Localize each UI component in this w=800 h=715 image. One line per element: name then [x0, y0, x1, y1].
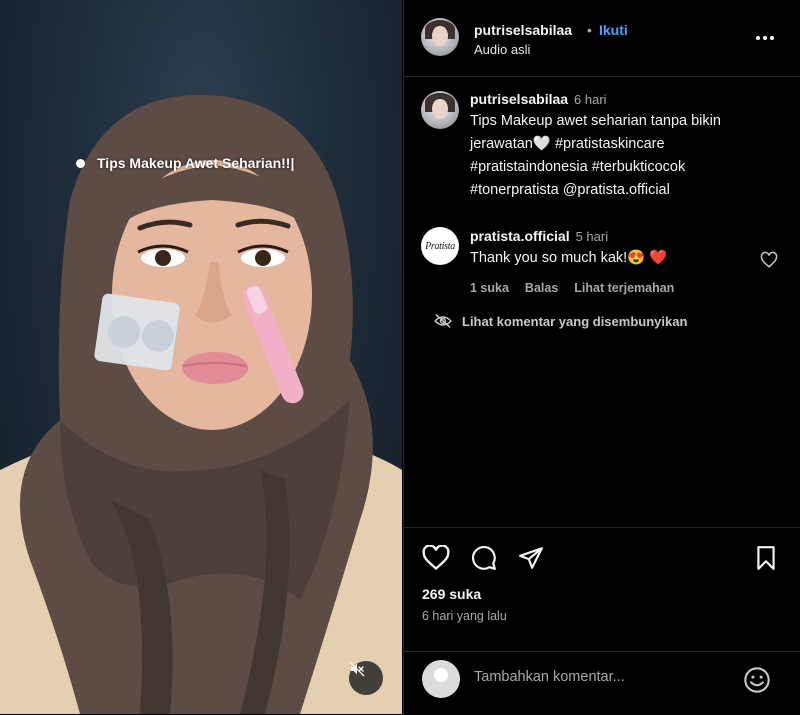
- caption-line: #tonerpratista @pratista.official: [470, 182, 670, 198]
- reply-button[interactable]: Balas: [525, 281, 558, 295]
- comment-like-heart-icon[interactable]: [760, 251, 778, 269]
- post-header: putriselsabilaa • Ikuti Audio asli: [404, 0, 800, 77]
- hidden-comments-toggle[interactable]: Lihat komentar yang disembunyikan: [433, 313, 687, 329]
- caption-line: jerawatan🤍 #pratistaskincare: [470, 136, 665, 152]
- comment-meta: 1 suka Balas Lihat terjemahan: [470, 281, 674, 295]
- caption-username[interactable]: putriselsabilaa: [470, 91, 568, 107]
- post-date[interactable]: 6 hari yang lalu: [422, 609, 507, 623]
- hidden-comments-label: Lihat komentar yang disembunyikan: [462, 313, 688, 329]
- comment-input[interactable]: Tambahkan komentar...: [474, 669, 625, 685]
- add-comment-bar: Tambahkan komentar...: [404, 651, 800, 715]
- caption-line: #pratistaindonesia #terbukticocok: [470, 159, 686, 175]
- current-user-avatar: [422, 660, 460, 698]
- emoji-icon[interactable]: [743, 666, 771, 694]
- caption-line: Tips Makeup awet seharian tanpa bikin: [470, 113, 721, 129]
- save-bookmark-icon[interactable]: [754, 545, 778, 571]
- comments-section: putriselsabilaa 6 hari Tips Makeup awet s…: [404, 77, 800, 527]
- caption-time[interactable]: 6 hari: [574, 92, 607, 107]
- more-dot-icon: [756, 36, 760, 40]
- post-actions: 269 suka 6 hari yang lalu: [404, 527, 800, 652]
- comment-time[interactable]: 5 hari: [576, 229, 609, 244]
- commenter-username[interactable]: pratista.official: [470, 228, 570, 244]
- post-details-panel: putriselsabilaa • Ikuti Audio asli putri…: [403, 0, 800, 714]
- comment-likes-link[interactable]: 1 suka: [470, 281, 509, 295]
- caption-author-avatar[interactable]: [421, 91, 459, 129]
- audio-label[interactable]: Audio asli: [474, 42, 530, 57]
- author-avatar[interactable]: [421, 18, 459, 56]
- commenter-avatar[interactable]: Pratista: [421, 227, 459, 265]
- like-count[interactable]: 269 suka: [422, 586, 481, 602]
- header-separator: •: [587, 22, 592, 38]
- comment-bubble-icon[interactable]: [470, 545, 498, 571]
- eye-slash-icon: [433, 314, 453, 328]
- see-translation-link[interactable]: Lihat terjemahan: [574, 281, 674, 295]
- like-heart-icon[interactable]: [422, 545, 450, 571]
- caption: putriselsabilaa 6 hari Tips Makeup awet s…: [470, 91, 788, 201]
- overlay-text: Tips Makeup Awet Seharian!!|: [97, 155, 295, 171]
- video-caption-overlay: Tips Makeup Awet Seharian!!|: [76, 155, 294, 171]
- post-video[interactable]: Tips Makeup Awet Seharian!!|: [0, 0, 402, 714]
- comment-text: Thank you so much kak!😍 ❤️: [470, 250, 668, 266]
- post-dialog: Tips Makeup Awet Seharian!!| putriselsab…: [0, 0, 800, 714]
- overlay-bullet: [76, 158, 85, 168]
- muted-speaker-icon: [349, 661, 365, 677]
- share-paper-plane-icon[interactable]: [517, 545, 545, 571]
- follow-button[interactable]: Ikuti: [599, 22, 628, 38]
- comment: pratista.official 5 hari Thank you so muc…: [470, 228, 750, 269]
- more-options-button[interactable]: [756, 28, 780, 48]
- mute-button[interactable]: [349, 661, 383, 695]
- video-frame-illustration: [0, 95, 402, 714]
- author-username[interactable]: putriselsabilaa: [474, 22, 572, 38]
